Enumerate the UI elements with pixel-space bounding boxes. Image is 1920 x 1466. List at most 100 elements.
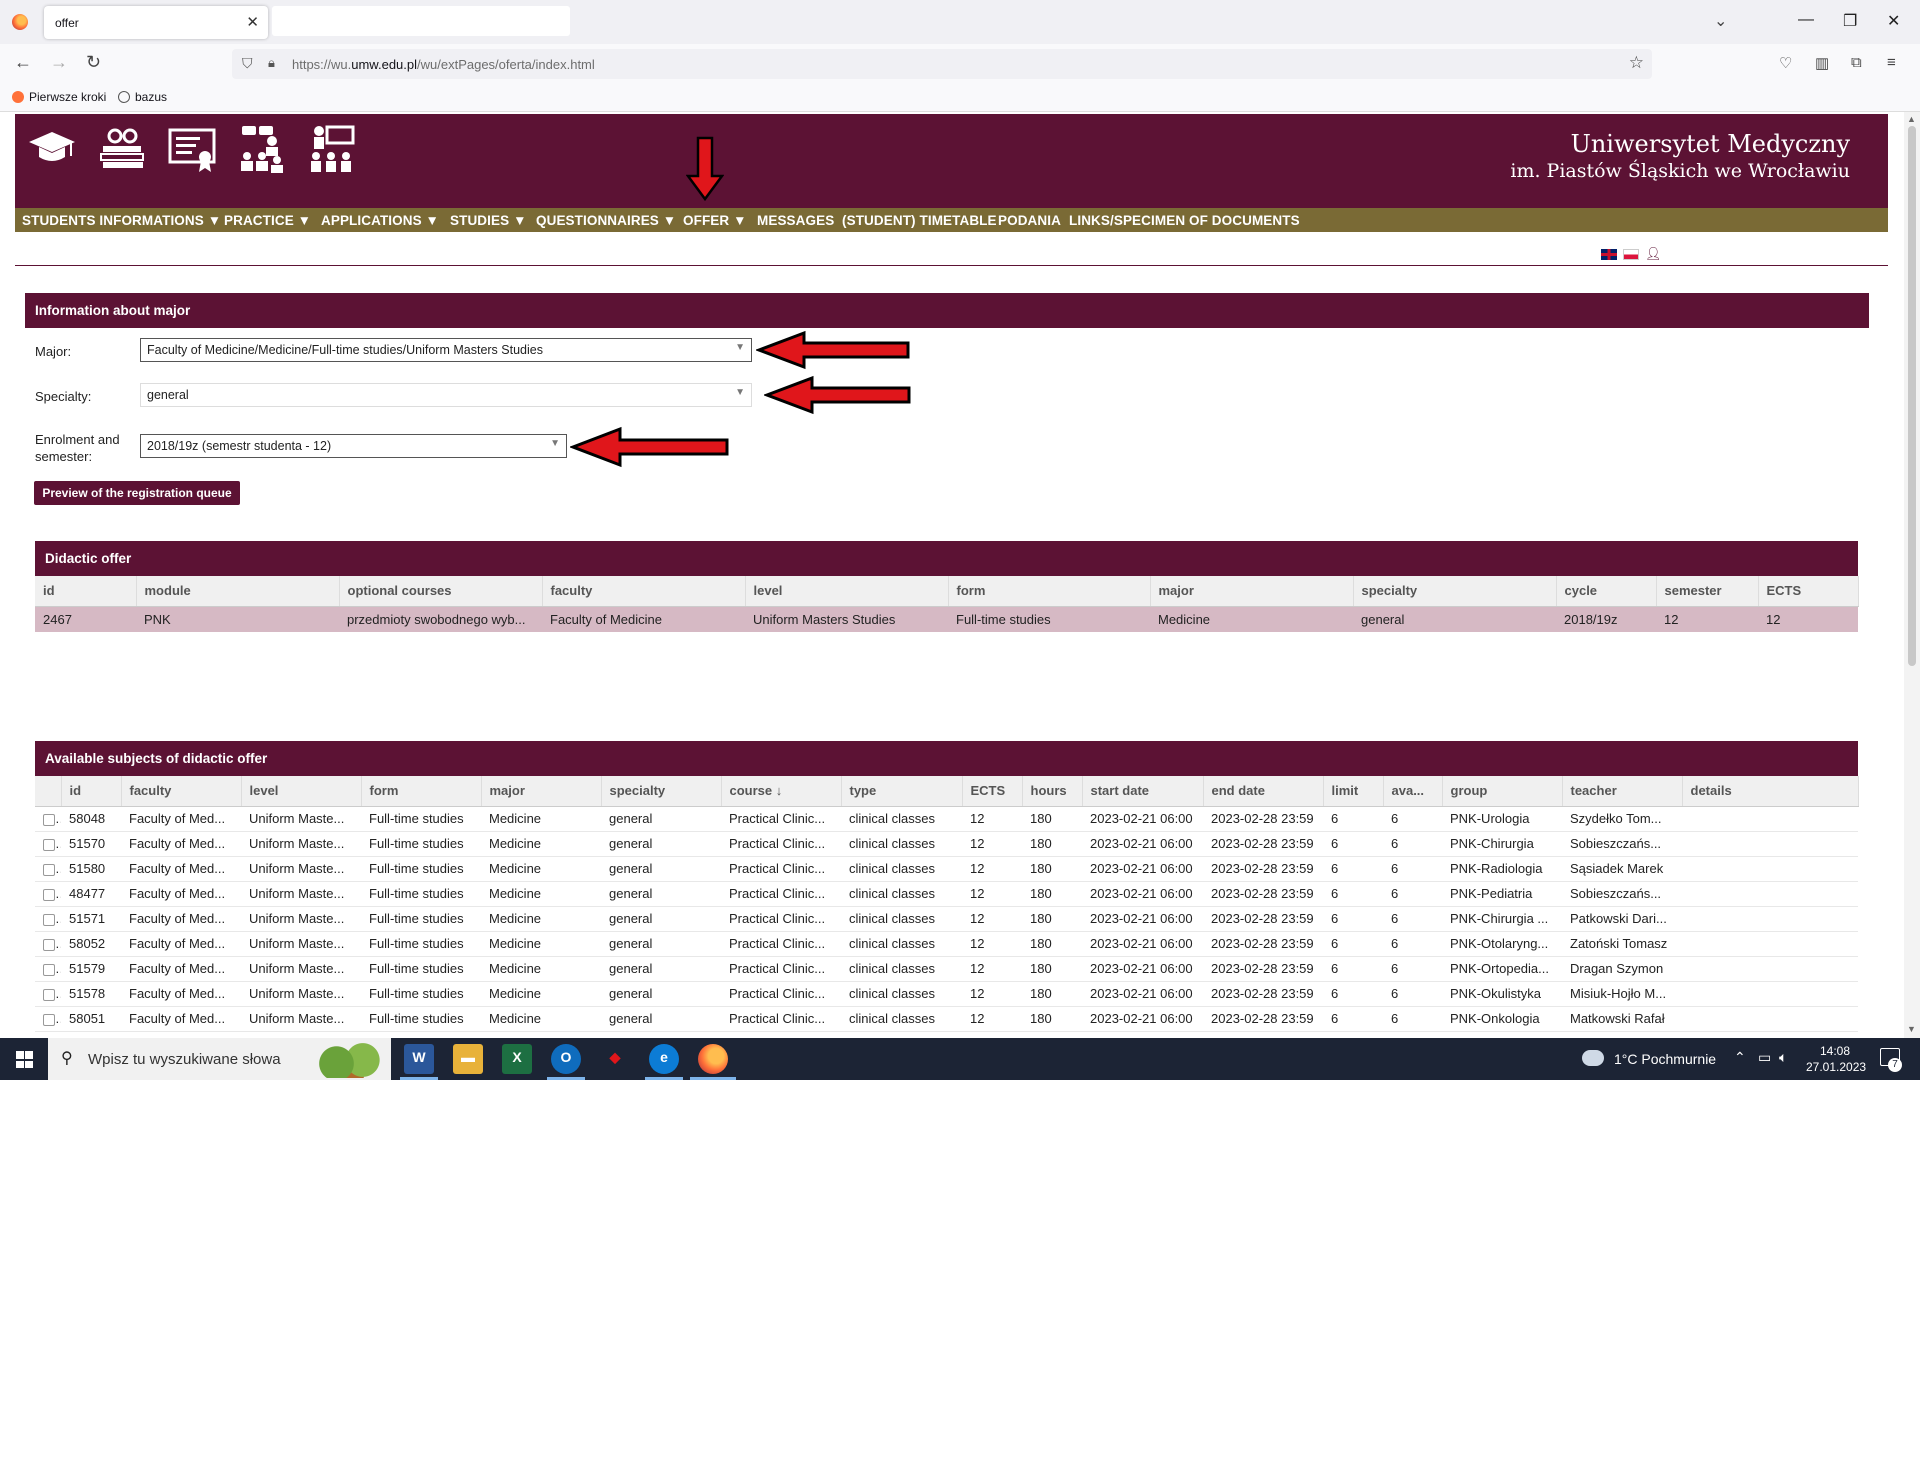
col-header[interactable]: major: [1150, 576, 1354, 607]
menu-students-informations[interactable]: STUDENTS INFORMATIONS ▼: [22, 213, 221, 228]
col-header[interactable]: id: [61, 776, 122, 807]
browser-tab-offer[interactable]: offer ✕: [44, 6, 268, 39]
col-header[interactable]: faculty: [121, 776, 242, 807]
tab-close-icon[interactable]: ✕: [246, 13, 259, 31]
restore-icon[interactable]: ❐: [1843, 11, 1857, 31]
row-checkbox[interactable]: [43, 988, 55, 1001]
col-header[interactable]: specialty: [1353, 576, 1557, 607]
col-header[interactable]: hours: [1022, 776, 1083, 807]
col-header[interactable]: major: [481, 776, 602, 807]
col-header[interactable]: faculty: [542, 576, 746, 607]
col-header[interactable]: limit: [1323, 776, 1384, 807]
lecture-icon[interactable]: [307, 124, 357, 174]
books-icon[interactable]: [97, 124, 147, 174]
word-app-icon[interactable]: W: [404, 1044, 434, 1074]
col-header[interactable]: semester: [1656, 576, 1759, 607]
user-icon[interactable]: 👤︎: [1645, 246, 1662, 262]
col-header[interactable]: id: [35, 576, 137, 607]
list-all-tabs-icon[interactable]: ⌄: [1714, 11, 1727, 31]
col-header[interactable]: specialty: [601, 776, 722, 807]
url-bar[interactable]: ⛉ 🔒︎ https://wu.umw.edu.pl/wu/extPages/o…: [232, 49, 1652, 79]
clock-date[interactable]: 27.01.2023: [1806, 1060, 1866, 1074]
col-header[interactable]: details: [1682, 776, 1859, 807]
col-header[interactable]: teacher: [1562, 776, 1683, 807]
new-tab-area[interactable]: [272, 6, 570, 36]
scroll-up-icon[interactable]: ▲: [1907, 114, 1916, 124]
row-checkbox[interactable]: [43, 813, 55, 826]
col-header[interactable]: form: [361, 776, 482, 807]
specialty-select[interactable]: general ▼: [140, 383, 752, 407]
weather-cloud-icon[interactable]: [1582, 1050, 1604, 1066]
col-header[interactable]: module: [136, 576, 340, 607]
col-header[interactable]: ECTS: [962, 776, 1023, 807]
major-select[interactable]: Faculty of Medicine/Medicine/Full-time s…: [140, 338, 752, 362]
row-checkbox[interactable]: [43, 938, 55, 951]
show-hidden-icons[interactable]: ⌃: [1734, 1049, 1746, 1066]
col-header[interactable]: optional courses: [339, 576, 543, 607]
red-app-icon[interactable]: ◆: [600, 1044, 630, 1074]
app-menu-icon[interactable]: ≡: [1887, 54, 1896, 71]
taskbar-search[interactable]: ⚲ Wpisz tu wyszukiwane słowa: [48, 1038, 391, 1080]
english-flag-icon[interactable]: [1601, 249, 1617, 260]
windows-start-icon[interactable]: [16, 1051, 33, 1068]
table-row[interactable]: 51570 Faculty of Med... Uniform Maste... Fu…: [35, 831, 1858, 857]
col-header[interactable]: type: [841, 776, 963, 807]
reload-icon[interactable]: ↻: [86, 52, 101, 73]
battery-icon[interactable]: ▭: [1758, 1049, 1771, 1066]
table-row[interactable]: 51580 Faculty of Med... Uniform Maste... Fu…: [35, 856, 1858, 882]
table-row[interactable]: 2467 PNK przedmioty swobodnego wyb... Fa…: [35, 606, 1858, 632]
tracking-shield-icon[interactable]: ⛉: [242, 55, 253, 72]
bookmark-star-icon[interactable]: ☆: [1629, 53, 1644, 73]
enrolment-select[interactable]: 2018/19z (semestr studenta - 12) ▼: [140, 434, 567, 458]
menu-student-timetable[interactable]: (STUDENT) TIMETABLE: [842, 213, 997, 228]
students-group-icon[interactable]: [237, 124, 287, 174]
reader-view-icon[interactable]: ▥: [1815, 54, 1829, 72]
row-checkbox[interactable]: [43, 913, 55, 926]
col-header[interactable]: start date: [1082, 776, 1204, 807]
col-header[interactable]: end date: [1203, 776, 1324, 807]
bookmark-pierwsze-kroki[interactable]: Pierwsze kroki: [12, 90, 106, 104]
table-row[interactable]: 58051 Faculty of Med... Uniform Maste... Fu…: [35, 1006, 1858, 1032]
col-header[interactable]: level: [241, 776, 362, 807]
table-row[interactable]: 58048 Faculty of Med... Uniform Maste... Fu…: [35, 806, 1858, 832]
clock-time[interactable]: 14:08: [1820, 1044, 1850, 1058]
select-all-column-header[interactable]: [35, 776, 62, 807]
row-checkbox[interactable]: [43, 863, 55, 876]
col-header[interactable]: group: [1442, 776, 1563, 807]
certificate-icon[interactable]: [167, 124, 217, 174]
url-text[interactable]: https://wu.umw.edu.pl/wu/extPages/oferta…: [292, 57, 595, 72]
row-checkbox[interactable]: [43, 888, 55, 901]
col-header[interactable]: level: [745, 576, 949, 607]
row-checkbox[interactable]: [43, 838, 55, 851]
weather-text[interactable]: 1°C Pochmurnie: [1614, 1051, 1716, 1067]
lock-icon[interactable]: 🔒︎: [268, 55, 275, 71]
preview-queue-button[interactable]: Preview of the registration queue: [34, 481, 240, 505]
polish-flag-icon[interactable]: [1623, 249, 1639, 260]
table-row[interactable]: 48477 Faculty of Med... Uniform Maste... Fu…: [35, 881, 1858, 907]
menu-applications[interactable]: APPLICATIONS ▼: [321, 213, 439, 228]
table-row[interactable]: 51579 Faculty of Med... Uniform Maste... Fu…: [35, 956, 1858, 982]
pocket-icon[interactable]: ♡: [1779, 54, 1792, 72]
minimize-icon[interactable]: —: [1798, 11, 1814, 29]
file-explorer-icon[interactable]: ▬: [453, 1044, 483, 1074]
scroll-thumb[interactable]: [1908, 126, 1916, 666]
row-checkbox[interactable]: [43, 963, 55, 976]
extensions-icon[interactable]: ⧉: [1851, 54, 1862, 71]
table-row[interactable]: 51578 Faculty of Med... Uniform Maste... Fu…: [35, 981, 1858, 1007]
menu-links-specimen[interactable]: LINKS/SPECIMEN OF DOCUMENTS: [1069, 213, 1300, 228]
col-header[interactable]: ava...: [1383, 776, 1443, 807]
col-header[interactable]: form: [948, 576, 1151, 607]
row-checkbox[interactable]: [43, 1013, 55, 1026]
menu-offer[interactable]: OFFER ▼: [683, 213, 747, 228]
edge-app-icon[interactable]: e: [649, 1044, 679, 1074]
firefox-icon[interactable]: [12, 14, 28, 30]
menu-studies[interactable]: STUDIES ▼: [450, 213, 527, 228]
table-row[interactable]: 58052 Faculty of Med... Uniform Maste... Fu…: [35, 931, 1858, 957]
back-icon[interactable]: ←: [14, 52, 32, 73]
firefox-app-icon[interactable]: [698, 1044, 728, 1074]
page-scrollbar[interactable]: ▲ ▼: [1904, 112, 1920, 1038]
graduation-cap-icon[interactable]: [27, 124, 77, 174]
excel-app-icon[interactable]: X: [502, 1044, 532, 1074]
bookmark-bazus[interactable]: bazus: [118, 90, 167, 104]
menu-podania[interactable]: PODANIA: [998, 213, 1061, 228]
